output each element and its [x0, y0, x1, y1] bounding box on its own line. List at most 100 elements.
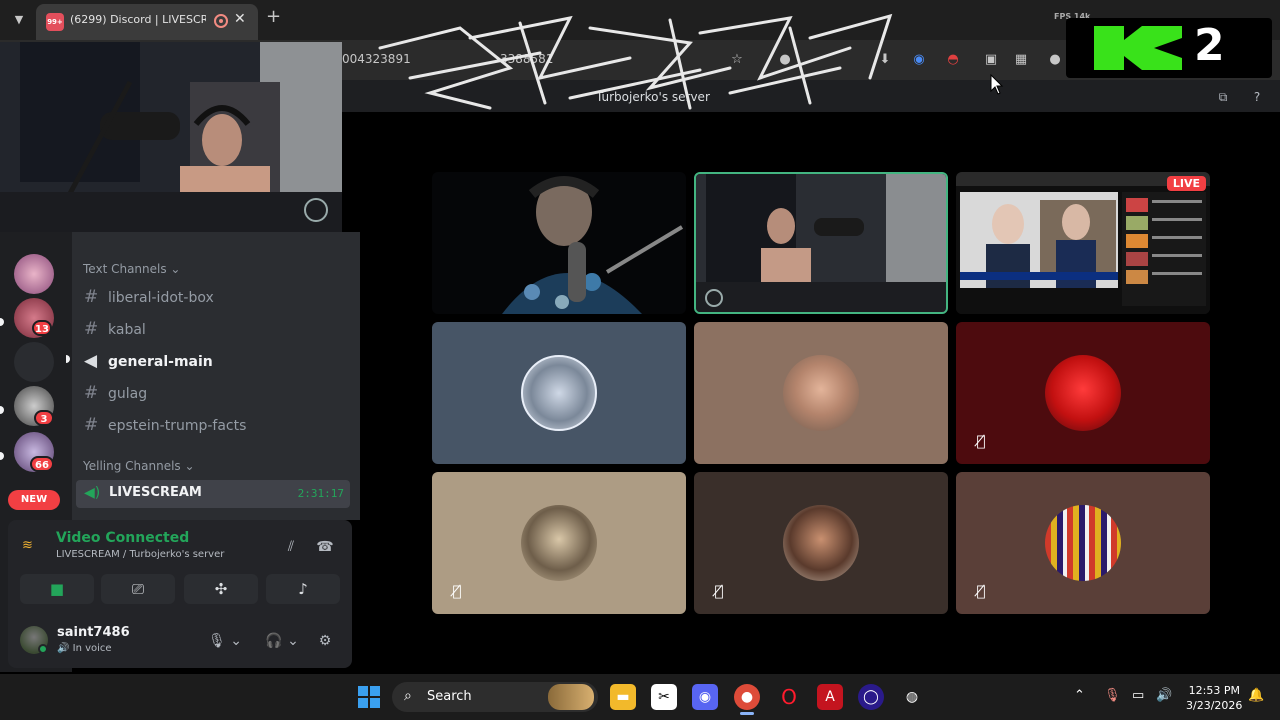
app-circle-icon[interactable]: ◯	[858, 684, 884, 710]
screen-share-tile[interactable]: LIVE	[956, 172, 1210, 314]
browser-tab-discord[interactable]: 99+ (6299) Discord | LIVESCREAM ✕	[36, 4, 258, 40]
participant-avatar	[783, 355, 859, 431]
graffiti-logo-icon	[378, 13, 893, 110]
channel-kabal[interactable]: # kabal	[84, 319, 146, 343]
hash-icon: #	[84, 383, 99, 403]
participant-tile-speaking[interactable]	[694, 172, 948, 314]
server-unread-pill	[0, 318, 4, 326]
clock[interactable]: 12:53 PM 3/23/2026	[1186, 683, 1243, 713]
channel-liberal-idot-box[interactable]: # liberal-idot-box	[84, 287, 214, 311]
voice-channels-category[interactable]: Yelling Channels ⌄	[83, 459, 195, 473]
pokeball-extension-icon[interactable]: ◓	[944, 51, 962, 69]
channel-gulag[interactable]: # gulag	[84, 383, 147, 407]
participant-tile[interactable]: 🎙̸	[956, 472, 1210, 614]
hash-icon: #	[84, 287, 99, 307]
voice-timer: 2:31:17	[297, 487, 344, 500]
tab-search-dropdown-icon[interactable]: ▼	[8, 9, 30, 31]
participant-tile[interactable]: 🎙̸	[694, 472, 948, 614]
headphones-icon: 🎧	[265, 633, 283, 649]
soundboard-button[interactable]: ♪	[266, 574, 340, 604]
microphone-icon: 🎙	[208, 633, 226, 649]
participant-tile[interactable]: 🎙̸	[956, 322, 1210, 464]
obs-icon[interactable]: ◍	[899, 684, 925, 710]
search-highlight-icon[interactable]	[548, 684, 594, 710]
noise-suppression-icon[interactable]: ⫽	[280, 536, 302, 558]
hash-icon: #	[84, 415, 99, 435]
tab-title: (6299) Discord | LIVESCREAM	[70, 13, 206, 26]
settings-icon[interactable]: ⚙	[314, 630, 336, 652]
server-unread-badge: 3	[34, 410, 54, 426]
participant-tile[interactable]	[432, 322, 686, 464]
participant-tile[interactable]	[432, 172, 686, 314]
screen-share-button[interactable]: ⎚	[101, 574, 175, 604]
soundboard-icon: ♪	[298, 580, 308, 598]
mic-toggle[interactable]: 🎙 ⌄	[208, 630, 242, 652]
mic-muted-icon: 🎙̸	[976, 582, 986, 600]
server-unread-badge: 66	[30, 456, 54, 472]
participant-tile[interactable]	[694, 322, 948, 464]
mouse-cursor-icon	[990, 74, 1004, 95]
search-icon: ⌕	[404, 688, 412, 704]
file-explorer-icon[interactable]: ▬	[610, 684, 636, 710]
server-icon-pink[interactable]	[14, 254, 54, 294]
participant-tile[interactable]: 🎙̸	[432, 472, 686, 614]
activities-button[interactable]: ✣	[184, 574, 258, 604]
server-icon-graffiti[interactable]	[14, 342, 54, 382]
category-label: Text Channels	[83, 262, 167, 276]
tab-close-icon[interactable]: ✕	[234, 11, 246, 27]
acrobat-icon[interactable]: A	[817, 684, 843, 710]
participant-video	[432, 172, 686, 314]
channel-label: epstein-trump-facts	[108, 418, 247, 434]
taskbar	[0, 674, 1280, 720]
network-icon[interactable]: ▭	[1132, 688, 1144, 703]
voice-channel-livescream[interactable]: ◀) LIVESCREAM 2:31:17	[76, 480, 350, 508]
tray-microphone-icon[interactable]: 🎙	[1104, 688, 1121, 703]
webcam-scene	[0, 42, 342, 232]
windows-start-icon[interactable]	[358, 686, 380, 708]
camera-button[interactable]: ■	[20, 574, 94, 604]
server-unread-pill	[0, 406, 4, 414]
screen-share-preview	[956, 172, 1210, 314]
channel-general-main[interactable]: ◀ general-main	[84, 351, 213, 375]
capcut-icon[interactable]: ✂	[651, 684, 677, 710]
clock-date: 3/23/2026	[1186, 699, 1243, 712]
popout-icon[interactable]: ⧉	[1214, 88, 1232, 106]
participant-avatar	[783, 505, 859, 581]
server-unread-pill	[0, 452, 4, 460]
channel-label: general-main	[108, 354, 213, 370]
voice-channel-label: LIVESCREAM	[109, 485, 202, 500]
connection-status[interactable]: Video Connected	[56, 530, 189, 546]
discord-favicon-icon: 99+	[46, 13, 64, 31]
speaker-icon: ◀)	[84, 485, 101, 501]
volume-icon[interactable]: 🔊	[1156, 688, 1172, 703]
ext-icon[interactable]: ▣	[982, 51, 1000, 69]
activities-icon: ✣	[214, 580, 228, 598]
channel-epstein-trump-facts[interactable]: # epstein-trump-facts	[84, 415, 246, 439]
clock-time: 12:53 PM	[1188, 684, 1240, 697]
mic-muted-icon: 🎙̸	[714, 582, 724, 600]
username[interactable]: saint7486	[57, 625, 130, 640]
connection-signal-icon[interactable]: ≋	[22, 538, 42, 558]
opera-icon[interactable]: O	[776, 684, 802, 710]
recording-icon	[214, 14, 228, 28]
new-badge[interactable]: NEW	[8, 490, 60, 510]
k-logo-icon	[1094, 26, 1182, 70]
notifications-icon[interactable]: 🔔	[1248, 688, 1264, 703]
user-status-text: 🔊 In voice	[57, 643, 112, 654]
chrome-icon[interactable]: ●	[734, 684, 760, 710]
headphones-toggle[interactable]: 🎧 ⌄	[262, 630, 302, 652]
discord-icon[interactable]: ◉	[692, 684, 718, 710]
new-tab-button[interactable]: +	[266, 6, 281, 27]
help-icon[interactable]: ?	[1248, 88, 1266, 106]
audio-icon[interactable]: ◉	[910, 51, 928, 69]
server-unread-badge: 13	[32, 320, 52, 336]
text-channels-category[interactable]: Text Channels ⌄	[83, 262, 180, 276]
participant-avatar	[1045, 355, 1121, 431]
camera-icon: ■	[49, 580, 65, 598]
screen-share-icon: ⎚	[131, 580, 144, 598]
profile-icon[interactable]: ●	[1046, 51, 1064, 69]
show-hidden-icons[interactable]: ⌃	[1074, 688, 1085, 703]
connection-subtitle[interactable]: LIVESCREAM / Turbojerko's server	[56, 549, 224, 560]
disconnect-icon[interactable]: ☎	[314, 536, 336, 558]
qr-icon[interactable]: ▦	[1012, 51, 1030, 69]
